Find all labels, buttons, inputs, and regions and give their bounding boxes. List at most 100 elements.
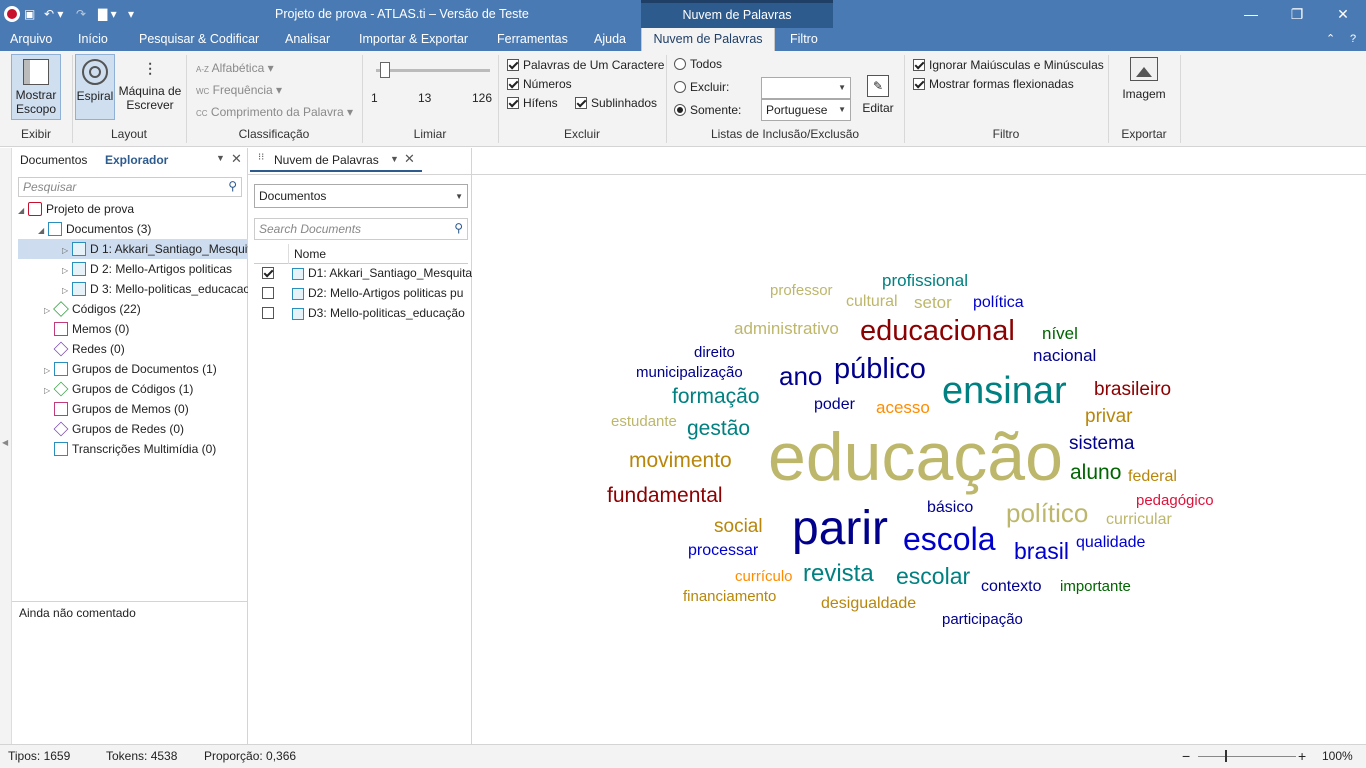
cloud-word[interactable]: fundamental [607, 485, 723, 506]
tree-code-groups[interactable]: ▷ Grupos de Códigos (1) [18, 379, 248, 399]
zoom-in-button[interactable]: + [1298, 745, 1306, 768]
collapse-ribbon-icon[interactable]: ⌃ [1326, 28, 1335, 51]
checkbox-icon[interactable] [262, 307, 274, 319]
excluir-radio[interactable]: Excluir: [674, 80, 729, 94]
cloud-word[interactable]: nível [1042, 325, 1078, 342]
cloud-word[interactable]: ensinar [942, 372, 1067, 410]
expand-triangle-icon[interactable]: ▷ [44, 361, 54, 379]
frequencia-option[interactable]: WC Frequência ▾ [196, 83, 282, 97]
expand-arrow-icon[interactable]: ◀ [2, 438, 8, 447]
cloud-word[interactable]: revista [803, 562, 874, 586]
cloud-word[interactable]: educação [768, 423, 1063, 491]
cloud-word[interactable]: político [1006, 500, 1088, 526]
cloud-word[interactable]: acesso [876, 399, 930, 416]
cloud-word[interactable]: administrativo [734, 320, 839, 337]
collapse-triangle-icon[interactable]: ◢ [18, 201, 28, 219]
zoom-out-button[interactable]: − [1182, 745, 1190, 768]
cloud-word[interactable]: brasileiro [1094, 380, 1171, 399]
cloud-word[interactable]: escolar [896, 565, 970, 588]
redo-icon[interactable]: ↷ [76, 6, 86, 22]
tree-project[interactable]: ◢ Projeto de prova [18, 199, 248, 219]
tree-memo-groups[interactable]: Grupos de Memos (0) [18, 399, 248, 419]
search-icon[interactable]: ⚲ [454, 221, 463, 235]
tree-doc-d1[interactable]: ▷ D 1: Akkari_Santiago_Mesquita [18, 239, 248, 259]
tab-word-cloud[interactable]: ⁝⁝ Nuvem de Palavras ▼ ✕ [250, 148, 422, 172]
customize-quick-access-icon[interactable]: ▾ [128, 6, 134, 22]
zoom-slider-thumb[interactable] [1225, 750, 1227, 762]
layout-icon[interactable]: ▇ ▾ [98, 6, 117, 22]
collapse-triangle-icon[interactable]: ◢ [38, 221, 48, 239]
table-row[interactable]: D1: Akkari_Santiago_Mesquita [262, 266, 472, 286]
tab-inicio[interactable]: Início [78, 28, 108, 51]
explorer-search-input[interactable]: Pesquisar ⚲ [18, 177, 242, 197]
tab-analisar[interactable]: Analisar [285, 28, 330, 51]
tab-importar-exportar[interactable]: Importar & Exportar [359, 28, 468, 51]
hyphens-checkbox[interactable]: Hífens [507, 96, 558, 110]
cloud-word[interactable]: curricular [1106, 512, 1172, 528]
collapsed-side-strip[interactable]: ◀ [0, 148, 12, 744]
threshold-slider-thumb[interactable] [380, 62, 390, 78]
cloud-word[interactable]: cultural [846, 294, 898, 310]
documents-dropdown[interactable]: Documentos ▼ [254, 184, 468, 208]
expand-triangle-icon[interactable]: ▷ [62, 281, 72, 299]
checkbox-checked-icon[interactable] [262, 267, 274, 279]
cloud-word[interactable]: ano [779, 363, 822, 389]
cloud-word[interactable]: pedagógico [1136, 493, 1214, 508]
table-row[interactable]: D3: Mello-politicas_educação [262, 306, 472, 326]
cloud-word[interactable]: educacional [860, 317, 1015, 346]
cloud-word[interactable]: brasil [1014, 540, 1069, 563]
close-tab-icon[interactable]: ✕ [404, 151, 415, 167]
numbers-checkbox[interactable]: Números [507, 77, 572, 91]
help-icon[interactable]: ? [1350, 28, 1356, 51]
expand-triangle-icon[interactable]: ▷ [62, 261, 72, 279]
minimize-button[interactable]: — [1228, 0, 1274, 28]
table-row[interactable]: D2: Mello-Artigos politicas pu [262, 286, 472, 306]
tree-doc-groups[interactable]: ▷ Grupos de Documentos (1) [18, 359, 248, 379]
undo-icon[interactable]: ↶ ▾ [44, 6, 63, 22]
cloud-word[interactable]: escola [903, 523, 996, 555]
tree-doc-d2[interactable]: ▷ D 2: Mello-Artigos politicas [18, 259, 248, 279]
tree-doc-d3[interactable]: ▷ D 3: Mello-politicas_educacao [18, 279, 248, 299]
cloud-word[interactable]: direito [694, 345, 735, 360]
restore-button[interactable]: ❐ [1274, 0, 1320, 28]
single-char-checkbox[interactable]: Palavras de Um Caractere [507, 58, 664, 72]
threshold-slider[interactable] [376, 62, 490, 78]
pane-menu-icon[interactable]: ▼ [216, 153, 225, 163]
cloud-word[interactable]: setor [914, 294, 952, 311]
tab-ferramentas[interactable]: Ferramentas [497, 28, 568, 51]
cloud-word[interactable]: currículo [735, 569, 793, 584]
cloud-word[interactable]: estudante [611, 414, 677, 429]
editar-button[interactable]: ✎ Editar [858, 73, 898, 119]
language-select[interactable]: Portuguese ▼ [761, 99, 851, 121]
expand-triangle-icon[interactable]: ▷ [62, 241, 72, 259]
alfabetica-option[interactable]: A-Z Alfabética ▾ [196, 61, 274, 75]
cloud-word[interactable]: aluno [1070, 462, 1121, 483]
column-header-name[interactable]: Nome [294, 247, 326, 261]
maquina-escrever-button[interactable]: ⫶ Máquina de Escrever [117, 54, 183, 120]
zoom-slider[interactable] [1198, 750, 1296, 762]
cloud-word[interactable]: gestão [687, 418, 750, 439]
imagem-button[interactable]: Imagem [1118, 57, 1170, 107]
tree-multimedia[interactable]: Transcrições Multimídia (0) [18, 439, 248, 459]
cloud-word[interactable]: profissional [882, 272, 968, 289]
cloud-word[interactable]: política [973, 295, 1024, 311]
todos-radio[interactable]: Todos [674, 57, 722, 71]
cloud-word[interactable]: parir [792, 505, 888, 553]
tab-explorador[interactable]: Explorador [105, 153, 168, 167]
cloud-word[interactable]: contexto [981, 579, 1041, 595]
cloud-word[interactable]: privar [1085, 407, 1133, 426]
cloud-word[interactable]: qualidade [1076, 535, 1145, 551]
comment-divider[interactable] [12, 601, 248, 602]
cloud-word[interactable]: movimento [629, 450, 732, 471]
tab-arquivo[interactable]: Arquivo [10, 28, 52, 51]
underscores-checkbox[interactable]: Sublinhados [575, 96, 657, 110]
ignore-case-checkbox[interactable]: Ignorar Maiúsculas e Minúsculas [913, 58, 1104, 72]
close-button[interactable]: ✕ [1320, 0, 1366, 28]
cloud-word[interactable]: nacional [1033, 347, 1096, 364]
cloud-word[interactable]: público [834, 355, 926, 384]
somente-radio[interactable]: Somente: [674, 103, 741, 117]
exclude-list-select[interactable]: ▼ [761, 77, 851, 99]
comprimento-option[interactable]: CC Comprimento da Palavra ▾ [196, 105, 353, 119]
cloud-word[interactable]: básico [927, 500, 973, 516]
cloud-word[interactable]: municipalização [636, 365, 743, 380]
